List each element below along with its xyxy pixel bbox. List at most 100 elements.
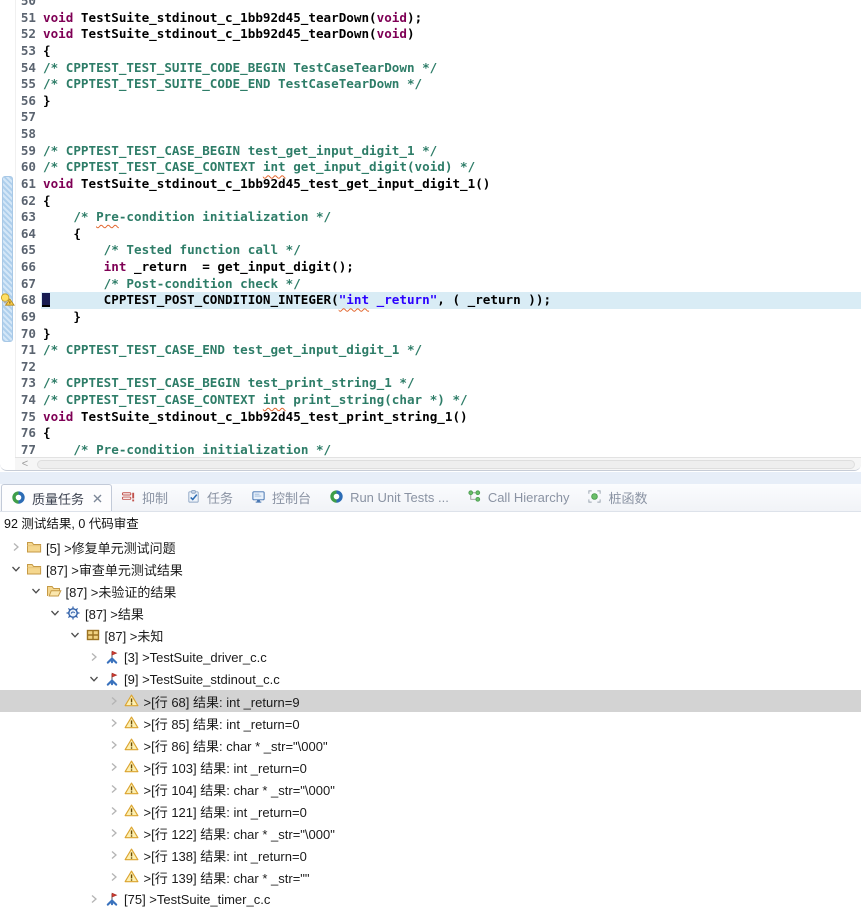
bulb-warning-icon[interactable] [0,292,15,307]
tree-row[interactable]: [87] >未验证的结果 [0,580,861,602]
code-segment: TestSuite_stdinout_c_1bb92d45_tearDown( [73,10,376,25]
code-line[interactable] [41,0,861,10]
chevron-down-icon[interactable] [8,561,24,577]
tree-row[interactable]: >[行 68] 结果: int _return=9 [0,690,861,712]
close-icon[interactable] [93,494,102,503]
warn-icon [124,803,140,819]
code-line[interactable]: { [41,193,861,210]
tree-row[interactable]: [75] >TestSuite_timer_c.c [0,888,861,910]
line-number: 63 [16,209,41,226]
tab-任务[interactable]: 任务 [177,483,242,511]
code-line[interactable]: /* CPPTEST_TEST_CASE_BEGIN test_print_st… [41,375,861,392]
tree-row[interactable]: [5] >修复单元测试问题 [0,536,861,558]
code-line[interactable]: /* Tested function call */ [41,242,861,259]
tree-row[interactable]: >[行 103] 结果: int _return=0 [0,756,861,778]
tree-row[interactable]: >[行 104] 结果: char * _str="\000" [0,778,861,800]
code-line[interactable]: } [41,309,861,326]
code-editor[interactable]: 5051525354555657585960616263646566676869… [0,0,861,471]
code-line[interactable]: void TestSuite_stdinout_c_1bb92d45_test_… [41,409,861,426]
chevron-right-icon[interactable] [106,693,122,709]
tree-row[interactable]: >[行 85] 结果: int _return=0 [0,712,861,734]
code-line[interactable]: /* CPPTEST_TEST_SUITE_CODE_END TestCaseT… [41,76,861,93]
line-number: 56 [16,93,41,110]
tree-node-label: >[行 139] 结果: char * _str="" [144,868,310,887]
line-number: 71 [16,342,41,359]
tab-控制台[interactable]: 控制台 [242,483,320,511]
tree-row[interactable]: [87] >审查单元测试结果 [0,558,861,580]
line-number: 65 [16,242,41,259]
chevron-right-icon[interactable] [106,737,122,753]
chevron-down-icon[interactable] [28,583,44,599]
code-line[interactable]: { [41,425,861,442]
code-line[interactable]: /* CPPTEST_TEST_CASE_CONTEXT int print_s… [41,392,861,409]
tree-row[interactable]: [87] >结果 [0,602,861,624]
code-line[interactable]: } [41,326,861,343]
horizontal-scrollbar[interactable]: < [15,457,861,470]
chevron-right-icon[interactable] [106,715,122,731]
code-segment: /* Post-condition check */ [104,276,301,291]
line-number: 58 [16,126,41,143]
chevron-right-icon[interactable] [106,803,122,819]
tree-row[interactable]: >[行 139] 结果: char * _str="" [0,866,861,888]
results-summary: 92 测试结果, 0 代码审查 [0,512,861,536]
tree-row[interactable]: >[行 86] 结果: char * _str="\000" [0,734,861,756]
tab-quality-tasks[interactable]: 质量任务 [1,484,112,511]
code-line[interactable]: void TestSuite_stdinout_c_1bb92d45_tearD… [41,26,861,43]
code-line[interactable] [41,359,861,376]
tree-row[interactable]: >[行 121] 结果: int _return=0 [0,800,861,822]
tab-桩函数[interactable]: 桩函数 [578,483,656,511]
chevron-right-icon[interactable] [8,539,24,555]
bulb-warning-icon[interactable] [0,292,15,308]
chevron-down-icon[interactable] [47,605,63,621]
tree-row[interactable]: [87] >未知 [0,624,861,646]
chevron-down-icon[interactable] [86,671,102,687]
code-line[interactable]: /* CPPTEST_TEST_CASE_CONTEXT int get_inp… [41,159,861,176]
code-segment: Pre [96,442,119,457]
code-line[interactable]: } [41,93,861,110]
code-line[interactable]: void TestSuite_stdinout_c_1bb92d45_tearD… [41,10,861,27]
tree-row[interactable]: >[行 122] 结果: char * _str="\000" [0,822,861,844]
code-line[interactable] [41,109,861,126]
scroll-left-arrow-icon[interactable]: < [17,458,33,470]
code-line[interactable]: /* Pre-condition initialization */ [41,442,861,457]
code-segment: /* Tested function call */ [104,242,301,257]
code-text-area[interactable]: void TestSuite_stdinout_c_1bb92d45_tearD… [41,0,861,457]
chevron-right-icon[interactable] [86,649,102,665]
chevron-right-icon[interactable] [106,759,122,775]
code-line[interactable]: /* CPPTEST_TEST_SUITE_CODE_BEGIN TestCas… [41,60,861,77]
code-segment: /* CPPTEST_TEST_CASE_END test_get_input_… [43,342,422,357]
tree-node-label: [5] >修复单元测试问题 [46,538,176,557]
code-segment [43,209,73,224]
code-line[interactable]: { [41,43,861,60]
chevron-right-icon[interactable] [106,847,122,863]
tab-run-unit-tests-[interactable]: Run Unit Tests ... [320,483,458,511]
line-number: 61 [16,176,41,193]
tree-row[interactable]: [9] >TestSuite_stdinout_c.c [0,668,861,690]
code-line[interactable]: void TestSuite_stdinout_c_1bb92d45_test_… [41,176,861,193]
code-line[interactable]: /* Pre-condition initialization */ [41,209,861,226]
tree-row[interactable]: [3] >TestSuite_driver_c.c [0,646,861,668]
chevron-down-icon[interactable] [67,627,83,643]
folder-icon [26,539,42,555]
annotation-margin[interactable] [0,0,15,457]
code-line[interactable]: /* CPPTEST_TEST_CASE_BEGIN test_get_inpu… [41,143,861,160]
line-number: 70 [16,326,41,343]
warn-icon [124,825,140,841]
tab-抑制[interactable]: 抑制 [112,483,177,511]
chevron-right-icon[interactable] [106,781,122,797]
chevron-right-icon[interactable] [106,825,122,841]
tree-row[interactable]: >[行 138] 结果: int _return=0 [0,844,861,866]
code-line[interactable]: /* CPPTEST_TEST_CASE_END test_get_input_… [41,342,861,359]
chevron-right-icon[interactable] [106,869,122,885]
text-caret [42,293,50,307]
code-line[interactable]: { [41,226,861,243]
code-line[interactable]: int _return = get_input_digit(); [41,259,861,276]
code-segment: /* CPPTEST_TEST_SUITE_CODE_END TestCaseT… [43,76,422,91]
chevron-right-icon[interactable] [86,891,102,907]
code-line[interactable]: CPPTEST_POST_CONDITION_INTEGER("int _ret… [41,292,861,309]
code-line[interactable]: /* Post-condition check */ [41,276,861,293]
code-line[interactable] [41,126,861,143]
suite-icon [104,671,120,687]
scrollbar-thumb[interactable] [37,460,855,469]
tab-call-hierarchy[interactable]: Call Hierarchy [458,483,579,511]
